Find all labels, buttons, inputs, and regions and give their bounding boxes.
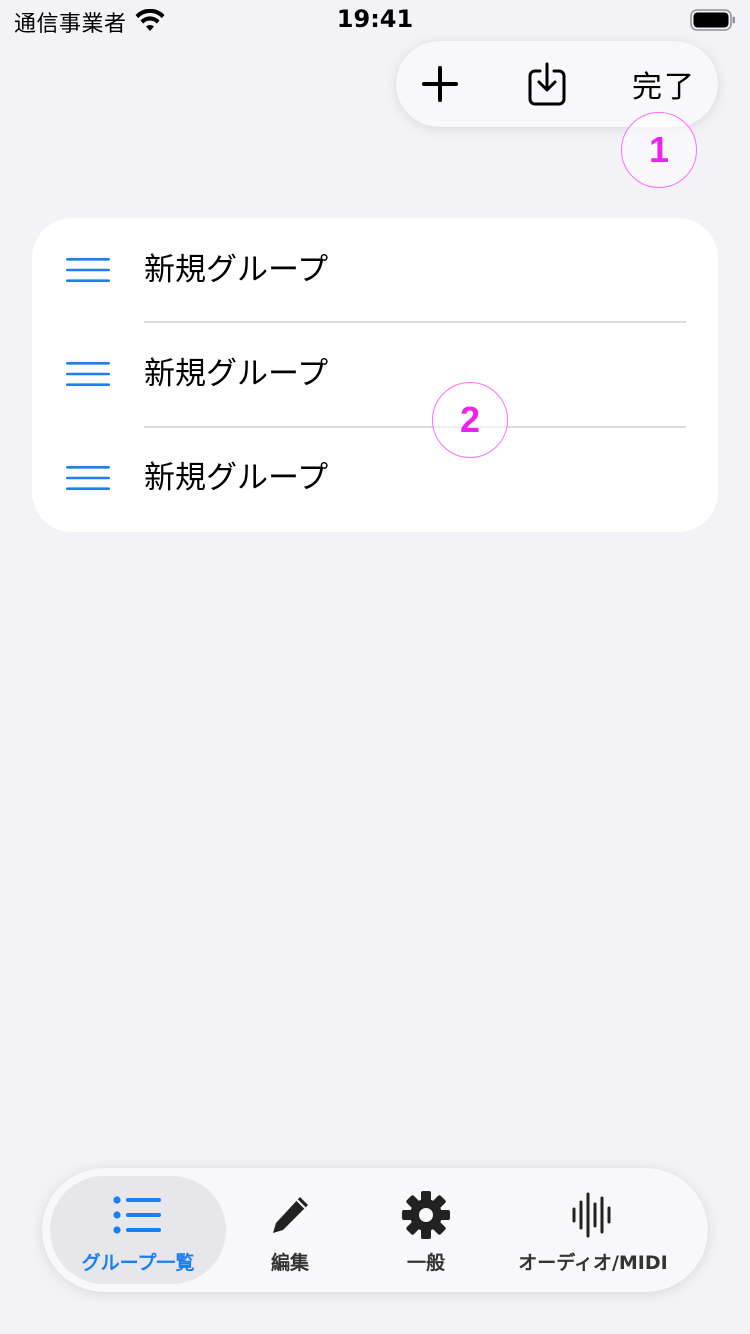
status-time: 19:41 <box>336 5 414 33</box>
gear-icon <box>402 1191 450 1239</box>
import-button[interactable] <box>520 41 574 127</box>
group-name: 新規グループ <box>144 252 329 288</box>
tray-arrow-down-icon <box>528 62 566 106</box>
reorder-handle-icon[interactable] <box>66 466 110 490</box>
tab-bar: グループ一覧 編集 一般 オーディオ/MIDI <box>42 1168 708 1292</box>
group-name: 新規グループ <box>144 460 329 496</box>
list-bullet-icon <box>113 1196 161 1234</box>
tab-general[interactable]: 一般 <box>362 1176 490 1284</box>
tab-edit[interactable]: 編集 <box>230 1176 350 1284</box>
group-row[interactable]: 新規グループ <box>32 218 718 322</box>
annotation-marker-2: 2 <box>432 382 508 458</box>
reorder-handle-icon[interactable] <box>66 362 110 386</box>
tab-label: グループ一覧 <box>81 1252 195 1274</box>
reorder-handle-icon[interactable] <box>66 258 110 282</box>
tab-audio-midi[interactable]: オーディオ/MIDI <box>498 1176 688 1284</box>
group-row[interactable]: 新規グループ <box>32 322 718 426</box>
add-group-button[interactable] <box>414 41 466 127</box>
status-bar: 通信事業者 19:41 <box>0 0 750 40</box>
pencil-icon <box>273 1197 308 1233</box>
group-name: 新規グループ <box>144 356 329 392</box>
waveform-icon <box>572 1192 611 1238</box>
tab-label: 一般 <box>406 1252 445 1274</box>
battery-full-icon <box>690 9 735 31</box>
plus-icon <box>422 66 458 102</box>
tab-label: 編集 <box>270 1252 309 1274</box>
group-row[interactable]: 新規グループ <box>32 426 718 530</box>
tab-group-list[interactable]: グループ一覧 <box>50 1176 226 1284</box>
annotation-marker-1: 1 <box>621 112 697 188</box>
group-list: 新規グループ 新規グループ 新規グループ <box>32 218 718 532</box>
tab-label: オーディオ/MIDI <box>518 1252 668 1274</box>
